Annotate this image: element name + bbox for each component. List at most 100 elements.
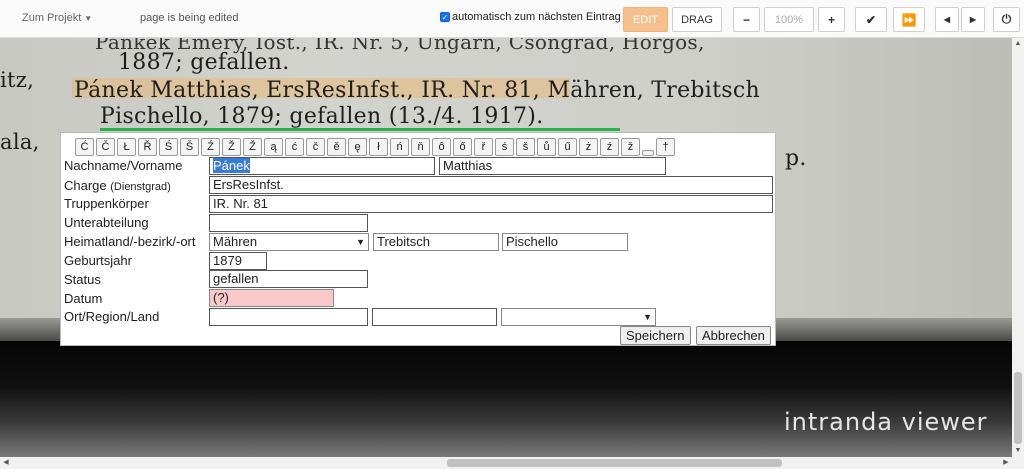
char-button[interactable]: Š (180, 138, 199, 156)
edit-mode-button[interactable]: EDIT (623, 7, 668, 32)
project-label: Zum Projekt (22, 12, 82, 24)
char-button[interactable]: ą (264, 138, 283, 156)
scan-line: Pischello, 1879; gefallen (13./4. 1917). (100, 104, 544, 129)
char-button[interactable]: Ž (222, 138, 241, 156)
checkbox-checked-icon[interactable]: ✓ (440, 12, 450, 22)
drag-mode-button[interactable]: DRAG (672, 7, 722, 32)
ort-region-field-1[interactable] (209, 308, 368, 326)
chevron-down-icon: ▼ (84, 14, 93, 23)
char-button[interactable]: č (306, 138, 325, 156)
zoom-out-button[interactable]: − (733, 7, 760, 32)
triangle-right-icon: ▶ (969, 15, 977, 24)
status-label: Status (64, 272, 101, 287)
char-button[interactable]: ę (348, 138, 367, 156)
nachname-field[interactable]: Pánek (209, 157, 435, 175)
horizontal-scrollbar[interactable]: ◀ ▶ (0, 457, 1024, 469)
project-dropdown[interactable]: Zum Projekt ▼ (22, 12, 92, 24)
char-button[interactable]: Ž (243, 138, 262, 156)
save-button[interactable]: Speichern (620, 326, 691, 345)
charge-label-text: Charge (64, 178, 107, 193)
prev-button[interactable]: ◀ (935, 7, 959, 32)
scroll-left-icon[interactable]: ◀ (0, 457, 12, 469)
auto-next-label: automatisch zum nächsten Eintrag (452, 11, 621, 23)
char-button[interactable]: Ś (159, 138, 178, 156)
char-button[interactable]: ź (600, 138, 619, 156)
scroll-thumb[interactable] (447, 459, 782, 467)
heimatland-value: Mähren (213, 234, 258, 249)
power-button[interactable]: ⏻ (993, 7, 1020, 32)
ort-region-label: Ort/Region/Land (64, 309, 160, 324)
zoom-in-button[interactable]: + (818, 7, 845, 32)
scroll-down-icon[interactable]: ▼ (1012, 445, 1024, 457)
datum-field[interactable]: (?) (209, 289, 334, 307)
brand-logo: intranda viewer (784, 408, 988, 436)
scan-fragment: p. (785, 146, 807, 171)
scan-fragment: itz, (0, 68, 35, 92)
datum-label: Datum (64, 291, 103, 306)
zoom-level: 100% (764, 7, 814, 32)
truppe-label: Truppenkörper (64, 196, 149, 211)
fast-forward-button[interactable]: ⏩ (893, 7, 925, 32)
char-button[interactable]: ć (285, 138, 304, 156)
char-button[interactable]: ž (621, 138, 640, 156)
char-button[interactable]: Ř (138, 138, 157, 156)
char-button[interactable]: ś (495, 138, 514, 156)
vertical-scrollbar[interactable]: ▲ ▼ (1012, 38, 1024, 457)
char-button[interactable]: ň (411, 138, 430, 156)
edit-status: page is being edited (140, 12, 239, 24)
scroll-right-icon[interactable]: ▶ (1000, 457, 1012, 469)
scan-line: 1887; gefallen. (118, 50, 290, 75)
unterabteilung-label: Unterabteilung (64, 215, 149, 230)
minus-icon: − (742, 12, 750, 27)
char-button[interactable]: † (656, 138, 675, 156)
char-button[interactable]: Ć (75, 138, 94, 156)
char-button[interactable]: ě (327, 138, 346, 156)
char-button[interactable]: ř (474, 138, 493, 156)
char-button[interactable]: Ł (117, 138, 136, 156)
heimat-label: Heimatland/-bezirk/-ort (64, 234, 196, 249)
char-button[interactable]: ż (579, 138, 598, 156)
power-icon: ⏻ (1001, 12, 1012, 26)
confirm-button[interactable]: ✔ (855, 7, 887, 32)
bezirk-field[interactable]: Trebitsch (373, 233, 499, 251)
checkmark-icon: ✔ (865, 12, 877, 27)
nachname-label: Nachname/Vorname (64, 158, 183, 173)
auto-next-toggle[interactable]: ✓ automatisch zum nächsten Eintrag (440, 11, 621, 23)
truppe-field[interactable]: IR. Nr. 81 (209, 195, 773, 213)
viewer-background (0, 341, 1012, 457)
geburtsjahr-label: Geburtsjahr (64, 253, 132, 268)
char-button[interactable]: ł (369, 138, 388, 156)
geburtsjahr-field[interactable]: 1879 (209, 252, 267, 270)
next-button[interactable]: ▶ (961, 7, 985, 32)
scroll-up-icon[interactable]: ▲ (1012, 38, 1024, 50)
char-button[interactable]: Ź (201, 138, 220, 156)
charge-sublabel: (Dienstgrad) (110, 181, 171, 193)
char-button[interactable]: ô (432, 138, 451, 156)
status-field[interactable]: gefallen (209, 270, 368, 288)
char-button[interactable]: ů (537, 138, 556, 156)
fast-forward-icon: ⏩ (901, 12, 917, 27)
top-toolbar: Zum Projekt ▼ page is being edited ✓ auto… (0, 0, 1024, 38)
plus-icon: + (827, 12, 835, 27)
char-button[interactable]: ő (453, 138, 472, 156)
vorname-field[interactable]: Matthias (439, 157, 666, 175)
unterabteilung-field[interactable] (209, 214, 368, 232)
char-button[interactable]: ű (558, 138, 577, 156)
entry-form: Ć Č Ł Ř Ś Š Ź Ž Ž ą ć č ě ę ł ń ň ô ő ř … (60, 132, 776, 346)
space-char-button[interactable] (642, 150, 654, 156)
scan-line-highlighted: Pánek Matthias, ErsResInfst., IR. Nr. 81… (74, 78, 760, 103)
scroll-thumb[interactable] (1014, 372, 1022, 444)
ort-field[interactable]: Pischello (502, 233, 628, 251)
ort-region-field-2[interactable] (372, 308, 497, 326)
selected-text: Pánek (213, 158, 250, 173)
heimatland-select[interactable]: Mähren ▼ (209, 233, 369, 251)
char-button[interactable]: š (516, 138, 535, 156)
cancel-button[interactable]: Abbrechen (696, 326, 771, 345)
charge-field[interactable]: ErsResInfst. (209, 176, 773, 194)
land-select[interactable]: ▼ (501, 308, 656, 326)
char-button[interactable]: Č (96, 138, 115, 156)
char-button[interactable]: ń (390, 138, 409, 156)
chevron-down-icon: ▼ (643, 312, 652, 322)
triangle-left-icon: ◀ (943, 15, 951, 24)
special-char-toolbar: Ć Č Ł Ř Ś Š Ź Ž Ž ą ć č ě ę ł ń ň ô ő ř … (75, 138, 675, 156)
